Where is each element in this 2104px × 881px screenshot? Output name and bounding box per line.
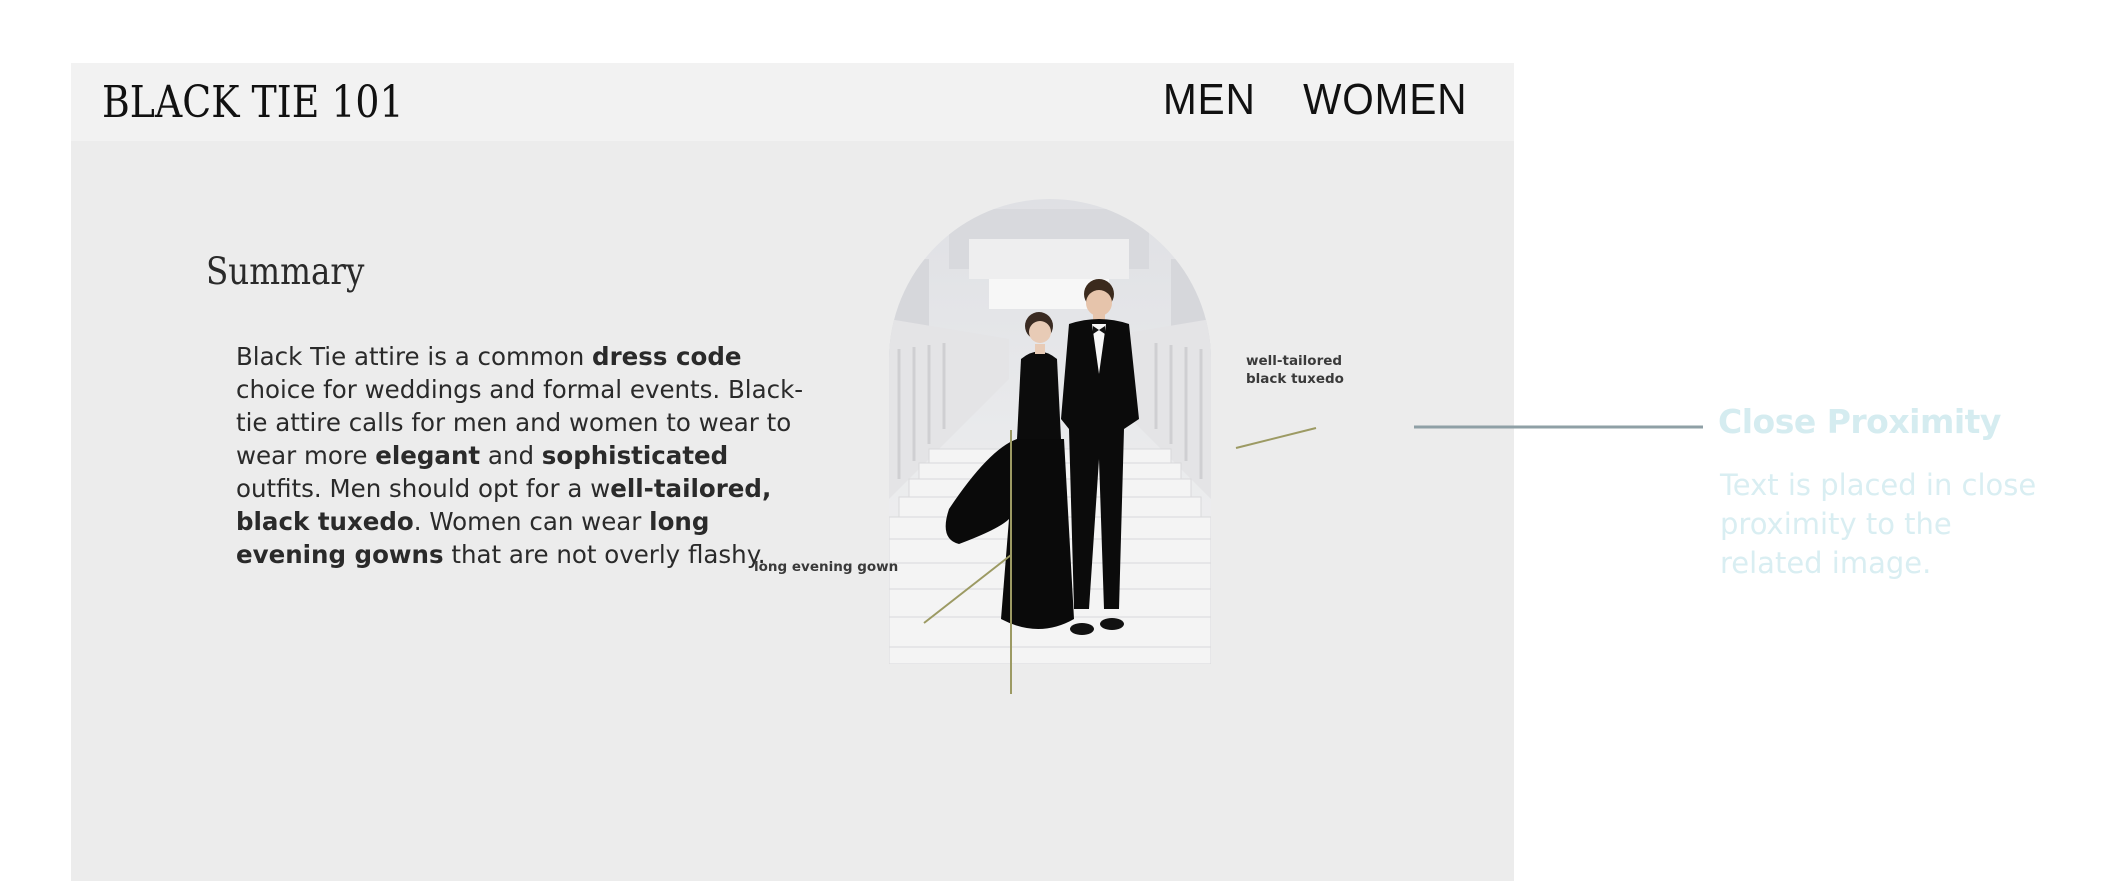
summary-text-run: Black Tie attire is a common [236, 342, 593, 371]
summary-emphasis: dress code [592, 342, 742, 371]
nav-link-women[interactable]: WOMEN [1304, 75, 1468, 125]
site-header: BLACK TIE 101 MEN WOMEN [71, 63, 1514, 141]
summary-text-run: and [480, 441, 542, 470]
callout-tuxedo-label: well-tailored black tuxedo [1246, 353, 1344, 387]
annotation-body: Text is placed in close proximity to the… [1720, 468, 2037, 580]
summary-text-run: outfits. Men should opt for a w [236, 474, 611, 503]
summary-text-run: . Women can wear [413, 507, 650, 536]
design-board: BLACK TIE 101 MEN WOMEN Summary Black Ti… [0, 0, 2104, 881]
summary-heading: Summary [206, 250, 365, 293]
summary-text-run: that are not overly flashy. [443, 540, 766, 569]
summary-emphasis: elegant [375, 441, 481, 470]
couple-photo [889, 199, 1211, 664]
main-nav: MEN WOMEN [1159, 75, 1475, 125]
site-logo[interactable]: BLACK TIE 101 [102, 77, 404, 128]
annotation-title: Close Proximity [1718, 402, 2001, 441]
summary-emphasis: sophisticated [541, 441, 729, 470]
nav-link-men[interactable]: MEN [1163, 75, 1256, 125]
callout-gown-label: long evening gown [754, 559, 899, 575]
summary-paragraph: Black Tie attire is a common dress code … [236, 340, 816, 571]
photo-illustration [889, 199, 1211, 664]
